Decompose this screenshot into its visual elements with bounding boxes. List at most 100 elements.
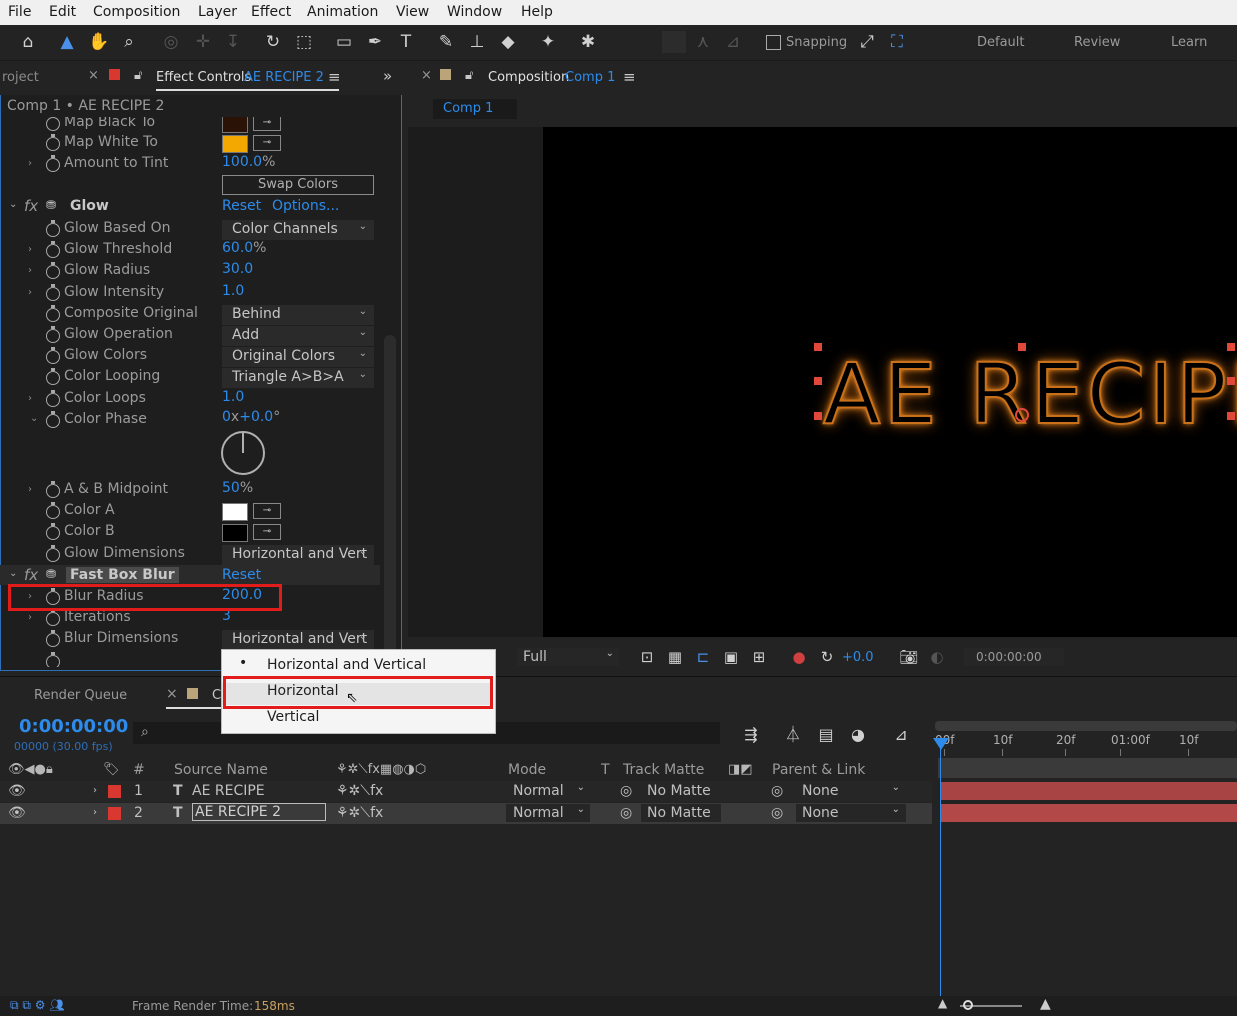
transform-handle[interactable] xyxy=(1018,343,1026,351)
tab-composition-name[interactable]: Comp 1 xyxy=(565,70,615,85)
twirl-icon[interactable]: › xyxy=(28,158,32,169)
parent-pickwhip-icon[interactable]: ◎ xyxy=(771,783,783,799)
menu-view[interactable]: View xyxy=(396,4,429,20)
prop-dropdown[interactable]: Behind ⌄ xyxy=(222,305,374,325)
stopwatch-icon[interactable] xyxy=(46,117,60,131)
blend-mode-dropdown[interactable]: Normal ⌄ xyxy=(506,804,590,822)
fx-icon[interactable]: fx xyxy=(24,197,38,215)
stopwatch-icon[interactable] xyxy=(46,220,60,237)
layer-name[interactable]: AE RECIPE xyxy=(192,783,265,799)
transform-handle[interactable] xyxy=(1227,412,1235,420)
parent-dropdown[interactable]: None ⌄ xyxy=(796,782,906,800)
prop-dropdown[interactable]: Triangle A>B>A ⌄ xyxy=(222,368,374,388)
stopwatch-icon[interactable] xyxy=(46,502,60,519)
transform-handle[interactable] xyxy=(814,412,822,420)
home-icon[interactable]: ⌂ xyxy=(17,31,39,53)
stopwatch-icon[interactable] xyxy=(46,523,60,540)
menu-edit[interactable]: Edit xyxy=(49,4,76,20)
twirl-icon[interactable]: › xyxy=(28,287,32,298)
twirl-icon[interactable]: › xyxy=(93,785,97,796)
blur-dimensions-dropdown[interactable]: Horizontal and Vert ⌄ xyxy=(222,630,374,650)
snap-to-edges-icon[interactable]: ⛶ xyxy=(886,31,908,53)
twirl-icon[interactable]: › xyxy=(93,807,97,818)
grid-guides-icon[interactable]: ⊞ xyxy=(748,646,770,668)
twirl-open-icon[interactable]: ⌄ xyxy=(30,413,38,424)
stopwatch-icon[interactable] xyxy=(46,630,60,647)
twirl-open-icon[interactable]: ⌄ xyxy=(9,199,17,210)
prop-dropdown[interactable]: Original Colors ⌄ xyxy=(222,347,374,367)
menu-option-horizontal-and-vertical[interactable]: Horizontal and Vertical xyxy=(267,657,426,673)
track-matte-dropdown[interactable]: No Matte xyxy=(641,804,721,822)
stopwatch-icon[interactable] xyxy=(46,545,60,562)
mask-visibility-icon[interactable]: ⊏ xyxy=(692,646,714,668)
stopwatch-icon[interactable] xyxy=(46,284,60,301)
transform-handle[interactable] xyxy=(814,343,822,351)
layer-switches[interactable]: ⚘✲⟍fx xyxy=(336,805,383,821)
stopwatch-icon[interactable] xyxy=(46,347,60,364)
prop-value[interactable]: 1.0 xyxy=(222,389,244,405)
menu-composition[interactable]: Composition xyxy=(93,4,180,20)
twirl-icon[interactable]: › xyxy=(28,265,32,276)
color-b-swatch[interactable] xyxy=(222,524,248,542)
anchor-point-icon[interactable] xyxy=(1015,408,1029,422)
ab-midpoint-value[interactable]: 50% xyxy=(222,480,253,496)
pan-camera-icon[interactable]: ✛ xyxy=(192,31,214,53)
prop-value[interactable]: 1.0 xyxy=(222,283,244,299)
lock-icon[interactable]: 🔓︎ xyxy=(465,68,473,83)
comp-subtab[interactable]: Comp 1 xyxy=(433,99,517,119)
dolly-camera-icon[interactable]: ↧ xyxy=(222,31,244,53)
pen-tool-icon[interactable]: ✒ xyxy=(364,31,386,53)
pan-behind-tool-icon[interactable]: ⬚ xyxy=(293,31,315,53)
amount-to-tint-value[interactable]: 100.0% xyxy=(222,154,275,170)
matte-pickwhip-icon[interactable]: ◎ xyxy=(620,783,632,799)
composition-viewer[interactable]: AE RECIPE xyxy=(543,127,1237,637)
prop-value[interactable]: 60.0% xyxy=(222,240,266,256)
zoom-out-icon[interactable]: ▲ xyxy=(938,996,947,1010)
fx-icon[interactable]: fx xyxy=(24,566,38,584)
orbit-camera-icon[interactable]: ◎ xyxy=(160,31,182,53)
transparency-grid-icon[interactable]: ▦ xyxy=(664,646,686,668)
effect-controls-scrollbar[interactable] xyxy=(382,117,399,667)
color-phase-revolutions[interactable]: 0 xyxy=(222,409,231,425)
prop-value-number[interactable]: 30.0 xyxy=(222,261,253,277)
stopwatch-icon[interactable] xyxy=(46,481,60,498)
stopwatch-icon[interactable] xyxy=(46,326,60,343)
menu-animation[interactable]: Animation xyxy=(307,4,378,20)
scrollbar-thumb[interactable] xyxy=(384,335,396,665)
swap-colors-button[interactable]: Swap Colors xyxy=(222,175,374,195)
color-phase-value[interactable]: 0x+0.0° xyxy=(222,409,280,425)
glow-options-link[interactable]: Options... xyxy=(272,198,339,214)
work-area-bar[interactable] xyxy=(935,721,1237,731)
close-icon[interactable]: × xyxy=(88,68,99,83)
zoom-slider-thumb[interactable] xyxy=(963,1000,973,1010)
brush-tool-icon[interactable]: ✎ xyxy=(435,31,457,53)
snapping-options-icon[interactable]: ⤢ xyxy=(856,31,878,53)
close-icon[interactable]: × xyxy=(421,68,432,83)
prop-dropdown[interactable]: Color Channels ⌄ xyxy=(222,220,374,240)
twirl-icon[interactable]: › xyxy=(28,244,32,255)
prop-value-number[interactable]: 60.0 xyxy=(222,240,253,256)
matte-pickwhip-icon[interactable]: ◎ xyxy=(620,805,632,821)
roto-brush-tool-icon[interactable]: ✦ xyxy=(537,31,559,53)
layer-name[interactable]: AE RECIPE 2 xyxy=(192,803,326,821)
twirl-icon[interactable]: › xyxy=(28,484,32,495)
amount-to-tint-number[interactable]: 100.0 xyxy=(222,154,262,170)
stopwatch-icon[interactable] xyxy=(46,134,60,151)
draft-3d-icon[interactable]: ⏃ xyxy=(782,724,804,746)
twirl-icon[interactable]: › xyxy=(28,393,32,404)
rectangle-tool-icon[interactable]: ▭ xyxy=(333,31,355,53)
stopwatch-icon[interactable] xyxy=(46,411,60,428)
selection-tool-icon[interactable]: ▲ xyxy=(56,31,78,53)
track-matte-dropdown[interactable]: No Matte xyxy=(641,782,721,800)
eyedropper-icon[interactable]: ⊸ xyxy=(253,524,281,540)
stopwatch-icon[interactable] xyxy=(46,368,60,385)
stopwatch-icon[interactable] xyxy=(46,390,60,407)
menu-option-vertical[interactable]: Vertical xyxy=(267,709,319,725)
stopwatch-icon[interactable] xyxy=(46,241,60,258)
twirl-icon[interactable]: › xyxy=(28,612,32,623)
eyedropper-icon[interactable]: ⊸ xyxy=(253,135,281,151)
clone-stamp-tool-icon[interactable]: ⊥ xyxy=(466,31,488,53)
tab-composition[interactable]: Composition xyxy=(488,70,569,85)
effect-name-fast-box-blur[interactable]: Fast Box Blur xyxy=(66,567,179,583)
rotate-tool-icon[interactable]: ↻ xyxy=(262,31,284,53)
